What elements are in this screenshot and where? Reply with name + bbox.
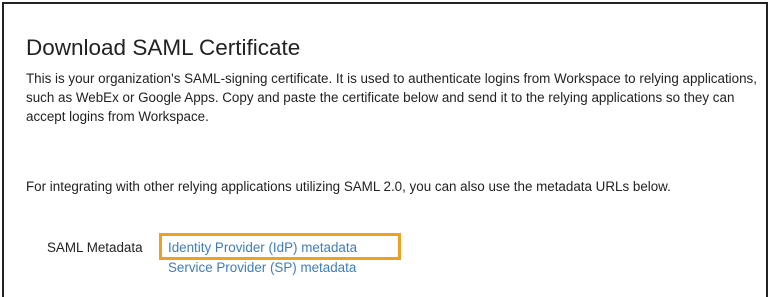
metadata-links: Identity Provider (IdP) metadata Service… [168, 238, 357, 278]
idp-metadata-link[interactable]: Identity Provider (IdP) metadata [168, 238, 357, 258]
page-title: Download SAML Certificate [26, 35, 301, 60]
sp-metadata-link[interactable]: Service Provider (SP) metadata [168, 258, 357, 278]
integration-note: For integrating with other relying appli… [26, 179, 671, 194]
certificate-description: This is your organization's SAML-signing… [26, 71, 757, 124]
saml-metadata-label: SAML Metadata [47, 240, 143, 255]
